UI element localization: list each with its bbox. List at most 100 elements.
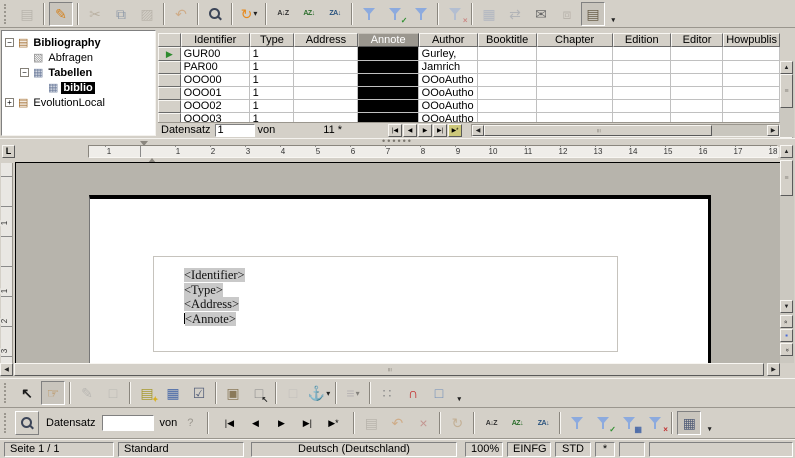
scroll-right-icon[interactable]: ▶: [767, 363, 780, 376]
design-mode-onoff-button[interactable]: ☞: [41, 381, 65, 405]
status-selection-mode[interactable]: STD: [555, 442, 591, 457]
cell[interactable]: [723, 47, 780, 61]
status-page[interactable]: Seite 1 / 1: [4, 442, 114, 457]
display-grid-button[interactable]: ∷: [375, 381, 399, 405]
sort-descending-button[interactable]: ZA↓: [323, 2, 347, 26]
cell[interactable]: [478, 113, 537, 122]
cell[interactable]: [358, 47, 419, 61]
cell[interactable]: [358, 74, 419, 87]
cell[interactable]: OOoAutho: [419, 100, 478, 113]
cell[interactable]: [537, 47, 613, 61]
cell[interactable]: [723, 74, 780, 87]
cell[interactable]: [671, 74, 723, 87]
cell[interactable]: [294, 87, 357, 100]
find-record-button[interactable]: [15, 411, 39, 435]
cell[interactable]: [537, 87, 613, 100]
cell[interactable]: OOoAutho: [419, 74, 478, 87]
first-record-button[interactable]: |◀: [388, 124, 402, 137]
cell[interactable]: [294, 74, 357, 87]
column-header-type[interactable]: Type: [250, 33, 295, 47]
cell[interactable]: [358, 87, 419, 100]
row-selector[interactable]: [158, 100, 181, 113]
scroll-thumb[interactable]: ≡: [484, 125, 712, 136]
status-page-style[interactable]: Standard: [118, 442, 244, 457]
cell[interactable]: [613, 100, 671, 113]
column-header-edition[interactable]: Edition: [613, 33, 671, 47]
next-record-button[interactable]: ▶: [418, 124, 432, 137]
cell[interactable]: [671, 113, 723, 122]
new-record-button[interactable]: ▶*: [448, 124, 462, 137]
cell[interactable]: [294, 61, 357, 74]
select-object-button[interactable]: □↖: [247, 381, 271, 405]
new-record-button[interactable]: ▶*: [322, 412, 344, 434]
cell[interactable]: [537, 100, 613, 113]
toolbar-overflow-button[interactable]: ▾: [607, 2, 619, 26]
cell[interactable]: 1: [250, 100, 295, 113]
table-vertical-scrollbar[interactable]: ▲ ≡ ▼: [780, 61, 794, 150]
cell[interactable]: Gurley,: [419, 47, 478, 61]
sort-descending-button[interactable]: ZA↓: [531, 411, 555, 435]
cell[interactable]: [478, 74, 537, 87]
cell[interactable]: [613, 87, 671, 100]
refresh-button[interactable]: ↻▾: [237, 2, 261, 26]
status-language[interactable]: Deutsch (Deutschland): [251, 442, 457, 457]
cell[interactable]: OOO03: [181, 113, 250, 122]
helplines-while-moving-button[interactable]: □: [427, 381, 451, 405]
cell[interactable]: [537, 74, 613, 87]
horizontal-ruler[interactable]: 1123456789101112131415161718: [88, 145, 778, 158]
last-record-button[interactable]: ▶|: [296, 412, 318, 434]
cell[interactable]: 1: [250, 113, 295, 122]
cell[interactable]: [613, 113, 671, 122]
cell[interactable]: [537, 113, 613, 122]
find-record-button[interactable]: [203, 2, 227, 26]
navigation-icon[interactable]: ▪: [780, 329, 793, 342]
mail-merge-button[interactable]: ✉: [529, 2, 553, 26]
cell[interactable]: GUR00: [181, 47, 250, 61]
scroll-up-icon[interactable]: ▲: [780, 61, 793, 74]
previous-record-button[interactable]: ◀: [403, 124, 417, 137]
indent-marker-icon[interactable]: [140, 146, 156, 158]
row-selector[interactable]: [158, 87, 181, 100]
cell[interactable]: [537, 61, 613, 74]
cell[interactable]: [294, 100, 357, 113]
autofilter-button[interactable]: [565, 411, 589, 435]
cell[interactable]: [613, 47, 671, 61]
row-selector[interactable]: [158, 74, 181, 87]
field-placeholder[interactable]: <Type>: [184, 283, 223, 297]
document-canvas[interactable]: <Identifier><Type><Address><Annote>: [15, 162, 780, 363]
field-placeholder[interactable]: <Address>: [184, 297, 239, 311]
data-source-as-table-button[interactable]: ▦: [677, 411, 701, 435]
tree-expander-icon[interactable]: −: [5, 38, 14, 47]
data-source-table[interactable]: IdentifierTypeAddressAnnoteAuthorBooktit…: [158, 33, 780, 122]
toolbar-handle[interactable]: [4, 413, 10, 433]
document-horizontal-scrollbar[interactable]: ◀ ≡ ▶: [0, 363, 780, 377]
cell[interactable]: [478, 100, 537, 113]
scroll-up-icon[interactable]: ▲: [780, 145, 793, 158]
column-header-booktitle[interactable]: Booktitle: [478, 33, 537, 47]
table-corner-cell[interactable]: [158, 33, 181, 47]
sidebar-item-biblio[interactable]: ▦biblio: [2, 80, 155, 95]
cell[interactable]: OOoAutho: [419, 87, 478, 100]
sidebar-item-bibliography[interactable]: −▤Bibliography: [2, 35, 155, 50]
more-controls-button[interactable]: ▣: [221, 381, 245, 405]
standard-filter-button[interactable]: [409, 2, 433, 26]
cell[interactable]: [478, 87, 537, 100]
cell[interactable]: [358, 61, 419, 74]
column-header-author[interactable]: Author: [419, 33, 478, 47]
cell[interactable]: 1: [250, 61, 295, 74]
sidebar-item-abfragen[interactable]: ▧Abfragen: [2, 50, 155, 65]
cell[interactable]: PAR00: [181, 61, 250, 74]
cell[interactable]: 1: [250, 47, 295, 61]
column-header-chapter[interactable]: Chapter: [537, 33, 613, 47]
cell[interactable]: 1: [250, 87, 295, 100]
cell[interactable]: [294, 47, 357, 61]
previous-record-button[interactable]: ◀: [244, 412, 266, 434]
cell[interactable]: [723, 61, 780, 74]
field-placeholder[interactable]: <Annote>: [185, 312, 236, 326]
cell[interactable]: [478, 47, 537, 61]
cell[interactable]: [671, 87, 723, 100]
cell[interactable]: OOO00: [181, 74, 250, 87]
snap-to-grid-button[interactable]: ∩: [401, 381, 425, 405]
row-selector[interactable]: [158, 61, 181, 74]
tab-stop-selector[interactable]: L: [2, 145, 15, 158]
